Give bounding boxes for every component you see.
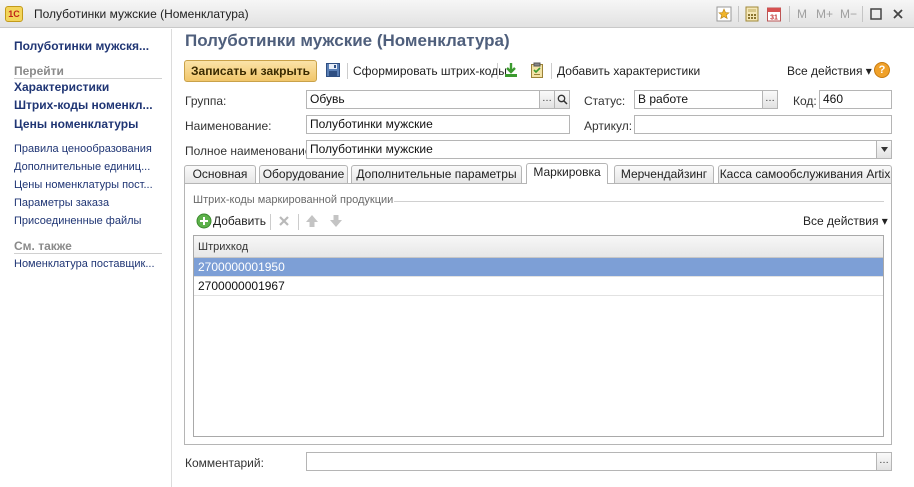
article-field[interactable] xyxy=(634,115,892,134)
sidebar-link-order-params[interactable]: Параметры заказа xyxy=(14,197,109,209)
marked-barcodes-group-title: Штрих-коды маркированной продукции xyxy=(193,194,394,206)
barcodes-table[interactable]: Штрихкод 2700000001950 2700000001967 xyxy=(193,235,884,437)
sidebar-link-supplier-nomenclature[interactable]: Номенклатура поставщик... xyxy=(14,258,155,270)
group-open-icon[interactable] xyxy=(554,91,569,108)
table-all-actions-menu[interactable]: Все действия ▾ xyxy=(803,214,888,228)
sidebar-link-pricing-rules[interactable]: Правила ценообразования xyxy=(14,143,152,155)
sidebar-section-go: Перейти xyxy=(14,64,64,78)
favorite-star-icon[interactable] xyxy=(716,6,732,22)
tab-self-checkout[interactable]: Касса самообслуживания Artix xyxy=(718,165,892,183)
window-title-bar: 1С Полуботинки мужские (Номенклатура) 31… xyxy=(0,0,914,28)
calendar-icon[interactable]: 31 xyxy=(766,6,782,22)
move-up-icon[interactable] xyxy=(304,213,322,231)
tab-equipment[interactable]: Оборудование xyxy=(259,165,348,183)
download-icon[interactable] xyxy=(503,62,521,80)
article-label: Артикул: xyxy=(584,119,633,133)
full-name-dropdown-icon[interactable] xyxy=(876,141,891,158)
status-label: Статус: xyxy=(584,94,626,108)
generate-barcodes-button[interactable]: Сформировать штрих-коды xyxy=(353,64,507,78)
svg-text:31: 31 xyxy=(770,15,778,22)
comment-edit-button[interactable]: … xyxy=(876,453,891,470)
memory-plus-button[interactable]: M+ xyxy=(816,7,833,21)
all-actions-menu[interactable]: Все действия ▾ xyxy=(787,64,872,78)
delete-icon[interactable] xyxy=(276,213,294,231)
add-barcode-button[interactable]: Добавить xyxy=(213,214,266,228)
maximize-icon[interactable] xyxy=(868,6,884,22)
save-icon[interactable] xyxy=(325,62,343,80)
comment-field[interactable]: … xyxy=(306,452,892,471)
tab-additional-params[interactable]: Дополнительные параметры xyxy=(351,165,522,183)
code-field[interactable]: 460 xyxy=(819,90,892,109)
status-select-button[interactable]: … xyxy=(762,91,777,108)
memory-minus-button[interactable]: M− xyxy=(840,7,857,21)
help-icon[interactable]: ? xyxy=(874,62,890,78)
table-row[interactable]: 2700000001950 xyxy=(194,258,883,277)
sidebar-item-barcodes[interactable]: Штрих-коды номенкл... xyxy=(14,98,153,112)
column-header-barcode[interactable]: Штрихкод xyxy=(194,236,883,258)
full-name-label: Полное наименование: xyxy=(185,144,315,158)
full-name-field[interactable]: Полуботинки мужские xyxy=(306,140,892,159)
move-down-icon[interactable] xyxy=(328,213,346,231)
calculator-icon[interactable] xyxy=(744,6,760,22)
tab-merchandising[interactable]: Мерчендайзинг xyxy=(614,165,714,183)
sidebar-section-see-also: См. также xyxy=(14,239,72,253)
group-select-button[interactable]: … xyxy=(539,91,554,108)
memory-m-button[interactable]: M xyxy=(797,7,807,21)
status-value: В работе xyxy=(638,92,689,106)
code-label: Код: xyxy=(793,94,817,108)
clipboard-icon[interactable] xyxy=(529,62,547,80)
sidebar-title[interactable]: Полуботинки мужскя... xyxy=(14,39,149,53)
full-name-value: Полуботинки мужские xyxy=(310,142,433,156)
name-label: Наименование: xyxy=(185,119,272,133)
table-row[interactable]: 2700000001967 xyxy=(194,277,883,296)
sidebar-link-supplier-prices[interactable]: Цены номенклатуры пост... xyxy=(14,179,153,191)
sidebar-item-characteristics[interactable]: Характеристики xyxy=(14,80,109,94)
comment-label: Комментарий: xyxy=(185,456,264,470)
group-field[interactable]: Обувь … xyxy=(306,90,570,109)
window-title: Полуботинки мужские (Номенклатура) xyxy=(34,7,249,21)
status-field[interactable]: В работе … xyxy=(634,90,778,109)
save-and-close-button[interactable]: Записать и закрыть xyxy=(184,60,317,82)
group-value: Обувь xyxy=(310,92,345,106)
add-icon[interactable] xyxy=(196,213,214,231)
page-title: Полуботинки мужские (Номенклатура) xyxy=(185,31,510,50)
sidebar-link-extra-units[interactable]: Дополнительные единиц... xyxy=(14,161,150,173)
sidebar-link-attached-files[interactable]: Присоединенные файлы xyxy=(14,215,141,227)
navigation-panel: Полуботинки мужскя... Перейти Характерис… xyxy=(0,29,172,487)
tab-marking[interactable]: Маркировка xyxy=(526,163,608,184)
close-icon[interactable] xyxy=(890,6,906,22)
app-logo-icon[interactable]: 1С xyxy=(5,6,23,22)
group-label: Группа: xyxy=(185,94,227,108)
name-field[interactable]: Полуботинки мужские xyxy=(306,115,570,134)
sidebar-item-prices[interactable]: Цены номенклатуры xyxy=(14,117,138,131)
tab-main[interactable]: Основная xyxy=(184,165,256,183)
add-characteristics-button[interactable]: Добавить характеристики xyxy=(557,64,700,78)
